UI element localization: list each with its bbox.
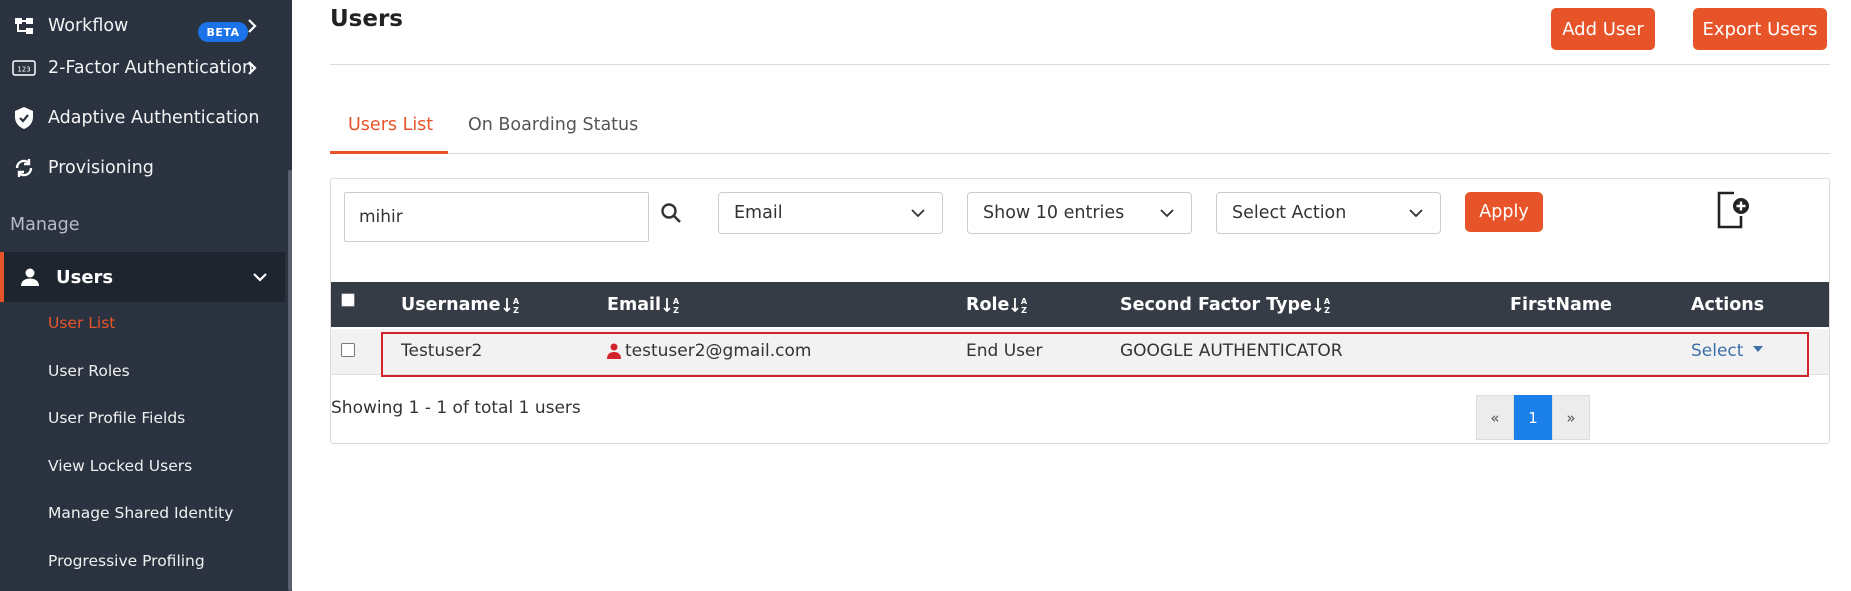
header-divider <box>330 64 1830 65</box>
sidebar-item-users[interactable]: Users <box>0 252 285 302</box>
search-field-select[interactable]: Email <box>718 192 943 234</box>
chevron-down-icon <box>911 209 925 218</box>
sidebar-subitem-manage-shared-identity[interactable]: Manage Shared Identity <box>48 504 233 522</box>
sidebar-section-manage: Manage <box>10 215 80 235</box>
svg-text:Z: Z <box>1021 306 1027 315</box>
column-label: Second Factor Type <box>1120 295 1312 315</box>
pagination: « 1 » <box>1476 395 1590 440</box>
table-header: Username AZ Email AZ Role AZ Second Fact… <box>331 282 1829 327</box>
sort-icon[interactable]: AZ <box>502 295 522 315</box>
app: Workflow BETA 123 2-Factor Authenticatio… <box>0 0 1851 591</box>
page-title: Users <box>330 6 403 32</box>
sidebar-subitem-view-locked-users[interactable]: View Locked Users <box>48 457 192 475</box>
sidebar-scrollbar[interactable] <box>288 170 292 591</box>
pagination-summary: Showing 1 - 1 of total 1 users <box>331 398 581 418</box>
pagination-prev[interactable]: « <box>1476 395 1514 440</box>
bulk-action-select[interactable]: Select Action <box>1216 192 1441 234</box>
svg-text:Z: Z <box>513 306 519 315</box>
tab-bar: Users List On Boarding Status <box>330 110 1830 154</box>
svg-text:Z: Z <box>673 306 679 315</box>
entries-select[interactable]: Show 10 entries <box>967 192 1192 234</box>
column-label: Actions <box>1691 295 1765 315</box>
sidebar-subitem-user-list[interactable]: User List <box>48 314 115 332</box>
column-label: Role <box>966 295 1010 315</box>
beta-badge: BETA <box>198 22 248 42</box>
column-header-username[interactable]: Username AZ <box>401 295 522 315</box>
sync-icon <box>0 157 48 179</box>
sidebar-item-label: Workflow <box>48 16 129 36</box>
sort-icon[interactable]: AZ <box>1010 295 1030 315</box>
export-users-button[interactable]: Export Users <box>1693 8 1827 50</box>
search-icon[interactable] <box>660 202 682 224</box>
column-label: Username <box>401 295 501 315</box>
column-header-actions: Actions <box>1691 295 1764 315</box>
svg-text:Z: Z <box>1324 306 1330 315</box>
svg-text:A: A <box>512 297 519 306</box>
sort-icon[interactable]: AZ <box>1313 295 1333 315</box>
search-input[interactable] <box>344 192 649 242</box>
column-label: FirstName <box>1510 295 1612 315</box>
tab-onboarding-status[interactable]: On Boarding Status <box>468 115 638 135</box>
select-value: Email <box>734 203 783 223</box>
workflow-icon <box>0 15 48 37</box>
svg-text:123: 123 <box>17 66 30 74</box>
active-tab-indicator <box>330 151 448 154</box>
row-checkbox[interactable] <box>341 343 355 357</box>
pagination-page-1[interactable]: 1 <box>1514 395 1552 440</box>
apply-button[interactable]: Apply <box>1465 192 1543 232</box>
select-all-checkbox[interactable] <box>341 293 355 307</box>
sidebar-item-label: Users <box>56 266 114 288</box>
sidebar-item-provisioning[interactable]: Provisioning <box>0 148 285 188</box>
select-value: Select Action <box>1232 203 1347 223</box>
svg-text:A: A <box>1324 297 1331 306</box>
pagination-next[interactable]: » <box>1552 395 1590 440</box>
svg-text:A: A <box>673 297 680 306</box>
sidebar-item-label: Provisioning <box>48 158 154 178</box>
chevron-right-icon <box>248 61 257 75</box>
svg-text:A: A <box>1021 297 1028 306</box>
sidebar-item-2fa[interactable]: 123 2-Factor Authentication <box>0 48 285 88</box>
sidebar-item-workflow[interactable]: Workflow BETA <box>0 6 285 46</box>
user-icon <box>4 267 56 287</box>
sort-icon[interactable]: AZ <box>662 295 682 315</box>
row-highlight-box <box>381 332 1809 377</box>
shield-icon <box>0 106 48 130</box>
column-label: Email <box>607 295 661 315</box>
123-icon: 123 <box>0 59 48 77</box>
column-header-second-factor[interactable]: Second Factor Type AZ <box>1120 295 1333 315</box>
add-file-icon[interactable] <box>1714 190 1752 230</box>
sidebar-subitem-user-roles[interactable]: User Roles <box>48 362 130 380</box>
sidebar-subitem-progressive-profiling[interactable]: Progressive Profiling <box>48 552 205 570</box>
add-user-button[interactable]: Add User <box>1551 8 1655 50</box>
sidebar-item-label: Adaptive Authentication <box>48 108 260 128</box>
chevron-down-icon <box>253 273 267 282</box>
sidebar-item-label: 2-Factor Authentication <box>48 58 254 78</box>
chevron-down-icon <box>1160 209 1174 218</box>
column-header-role[interactable]: Role AZ <box>966 295 1030 315</box>
tab-users-list[interactable]: Users List <box>348 115 433 135</box>
sidebar-subitem-user-profile-fields[interactable]: User Profile Fields <box>48 409 185 427</box>
chevron-down-icon <box>1409 209 1423 218</box>
select-value: Show 10 entries <box>983 203 1125 223</box>
sidebar: Workflow BETA 123 2-Factor Authenticatio… <box>0 0 292 591</box>
chevron-right-icon <box>248 19 257 33</box>
sidebar-item-adaptive-auth[interactable]: Adaptive Authentication <box>0 98 285 138</box>
column-header-firstname: FirstName <box>1510 295 1612 315</box>
column-header-email[interactable]: Email AZ <box>607 295 682 315</box>
